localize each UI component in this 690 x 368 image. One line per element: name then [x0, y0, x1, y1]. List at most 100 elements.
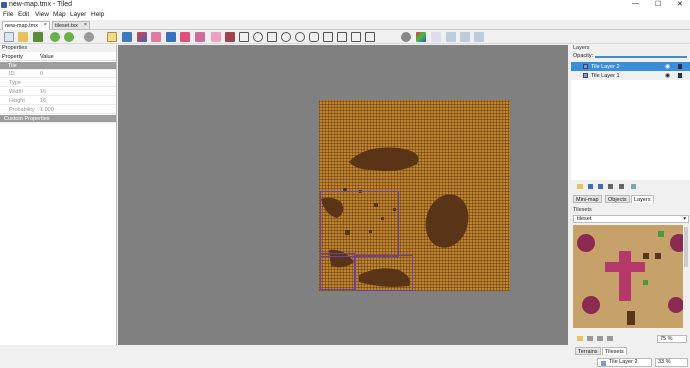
tab-close-icon[interactable]: ×	[84, 22, 87, 28]
property-row[interactable]: ID 0	[0, 70, 116, 78]
lock-icon[interactable]	[678, 73, 682, 78]
bucket-fill-icon[interactable]	[137, 32, 147, 42]
wang-icon[interactable]	[446, 32, 456, 42]
menu-layer[interactable]: Layer	[70, 11, 86, 18]
edit-polygons-icon[interactable]	[225, 32, 235, 42]
chevron-down-icon[interactable]: ▾	[683, 216, 686, 222]
tab-minimap[interactable]: Mini-map	[573, 195, 602, 203]
tileset-zoom-value: 75 %	[660, 336, 673, 342]
app-logo-icon	[1, 2, 7, 8]
move-down-icon[interactable]	[598, 184, 603, 189]
eraser-icon[interactable]	[151, 32, 161, 42]
opacity-label: Opacity:	[573, 53, 594, 59]
stamp-brush-icon[interactable]	[107, 32, 117, 42]
tab-terrains[interactable]: Terrains	[575, 347, 601, 355]
insert-text-icon[interactable]	[309, 32, 319, 42]
layer-row[interactable]: Tile Layer 2 ◉	[571, 62, 690, 71]
insert-rectangle-icon[interactable]	[239, 32, 249, 42]
command-icon[interactable]	[84, 32, 94, 42]
terrain-brush-icon[interactable]	[122, 32, 132, 42]
property-value: 16	[40, 89, 47, 95]
magic-wand-icon[interactable]	[180, 32, 190, 42]
insert-polyline-icon[interactable]	[281, 32, 291, 42]
map-zoom-select[interactable]: 33 %	[655, 358, 688, 367]
menu-bar: File Edit View Map Layer Help	[0, 11, 690, 20]
new-tileset-icon[interactable]	[577, 336, 583, 341]
menu-file[interactable]: File	[3, 11, 13, 18]
selection-rectangle[interactable]	[320, 191, 399, 257]
current-layer-value: Tile Layer 2	[609, 359, 638, 365]
tab-close-icon[interactable]: ×	[44, 22, 47, 28]
flip-horizontal-icon[interactable]	[351, 32, 361, 42]
selection-rectangle[interactable]	[320, 253, 356, 290]
property-key: Height	[9, 98, 25, 104]
undo-icon[interactable]	[50, 32, 60, 42]
tab-layers[interactable]: Layers	[631, 195, 654, 203]
new-icon[interactable]	[4, 32, 14, 42]
current-layer-select[interactable]: Tile Layer 2	[597, 358, 652, 367]
new-layer-icon[interactable]	[577, 184, 583, 189]
opacity-slider[interactable]	[595, 56, 687, 58]
move-up-icon[interactable]	[588, 184, 593, 189]
group-label: Tile	[8, 63, 17, 69]
tileset-view[interactable]	[573, 225, 688, 328]
menu-help[interactable]: Help	[91, 11, 104, 18]
custom-properties-group[interactable]: Custom Properties	[0, 115, 116, 123]
group-label: Custom Properties	[4, 116, 50, 122]
tab-new-map[interactable]: new-map.tmx ×	[2, 21, 50, 30]
minimize-button[interactable]: —	[632, 0, 639, 7]
insert-ellipse-icon[interactable]	[253, 32, 263, 42]
layer-row[interactable]: Tile Layer 1 ◉	[571, 71, 690, 80]
tileset-zoom[interactable]: 75 %	[657, 335, 687, 343]
tab-label: new-map.tmx	[5, 23, 39, 29]
selection-rectangle[interactable]	[354, 255, 413, 291]
random-mode-icon[interactable]	[323, 32, 333, 42]
tile-map[interactable]	[319, 100, 510, 291]
edit-tileset-icon[interactable]	[607, 336, 613, 341]
save-icon[interactable]	[33, 32, 43, 42]
lock-icon[interactable]	[678, 64, 682, 69]
duplicate-layer-icon[interactable]	[608, 184, 613, 189]
export-tileset-icon[interactable]	[597, 336, 603, 341]
menu-view[interactable]: View	[35, 11, 49, 18]
menu-map[interactable]: Map	[53, 11, 66, 18]
rotate-left-icon[interactable]	[401, 32, 411, 42]
toggle-other-layers-icon[interactable]	[631, 184, 636, 189]
tab-tileset[interactable]: tileset.tsx ×	[52, 21, 90, 30]
rect-select-icon[interactable]	[166, 32, 176, 42]
tileset-select[interactable]: tileset ▾	[573, 215, 689, 223]
flip-vertical-icon[interactable]	[365, 32, 375, 42]
properties-header: Property Value	[0, 53, 116, 61]
tile-layer-icon	[583, 73, 588, 78]
status-bar: Terrains Tilesets Tile Layer 2 33 %	[0, 346, 690, 368]
insert-polygon-icon[interactable]	[267, 32, 277, 42]
visibility-eye-icon[interactable]: ◉	[665, 72, 670, 79]
tab-tilesets[interactable]: Tilesets	[602, 347, 627, 355]
terrain-edit-icon[interactable]	[431, 32, 441, 42]
group-row[interactable]: Tile	[0, 62, 116, 70]
tile-collision-icon[interactable]	[474, 32, 484, 42]
property-row[interactable]: Probability 1.000	[0, 106, 116, 114]
menu-edit[interactable]: Edit	[18, 11, 29, 18]
select-same-tile-icon[interactable]	[195, 32, 205, 42]
insert-tile-icon[interactable]	[295, 32, 305, 42]
tileset-vscrollbar[interactable]	[684, 227, 688, 267]
property-row[interactable]: Width 16	[0, 88, 116, 96]
select-objects-icon[interactable]	[211, 32, 221, 42]
property-key: ID	[9, 71, 15, 77]
terrain-icon[interactable]	[337, 32, 347, 42]
close-button[interactable]: ✕	[677, 0, 683, 8]
property-value: 0	[40, 71, 44, 77]
tile-animation-icon[interactable]	[460, 32, 470, 42]
title-bar: new-map.tmx - Tiled — ☐ ✕	[0, 0, 690, 11]
rotate-right-icon[interactable]	[416, 32, 426, 42]
property-row[interactable]: Height 16	[0, 97, 116, 105]
visibility-eye-icon[interactable]: ◉	[665, 63, 670, 70]
property-row[interactable]: Type	[0, 79, 116, 87]
redo-icon[interactable]	[64, 32, 74, 42]
delete-layer-icon[interactable]	[619, 184, 624, 189]
open-icon[interactable]	[18, 32, 28, 42]
import-tileset-icon[interactable]	[587, 336, 593, 341]
tab-objects[interactable]: Objects	[605, 195, 630, 203]
maximize-button[interactable]: ☐	[655, 0, 661, 8]
